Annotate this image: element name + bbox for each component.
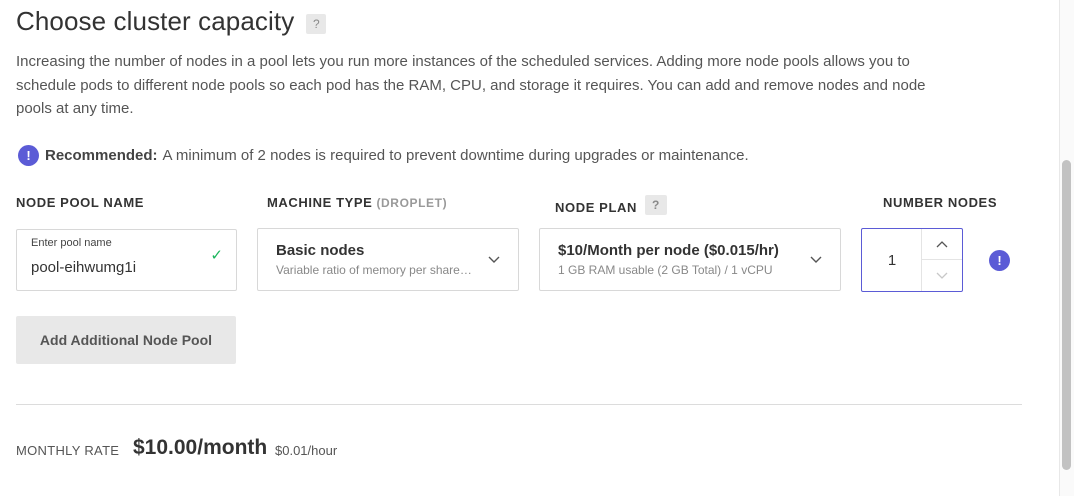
pool-name-field-label: Enter pool name bbox=[31, 237, 112, 249]
increment-button[interactable] bbox=[922, 229, 962, 260]
section-description: Increasing the number of nodes in a pool… bbox=[16, 53, 926, 117]
pool-name-input[interactable]: pool-eihwumg1i bbox=[31, 259, 136, 276]
machine-type-select[interactable]: Basic nodes Variable ratio of memory per… bbox=[257, 228, 519, 291]
node-plan-label-text: NODE PLAN bbox=[555, 199, 637, 215]
help-icon[interactable]: ? bbox=[306, 13, 327, 34]
chevron-down-icon bbox=[488, 256, 500, 263]
machine-type-value: Basic nodes bbox=[276, 242, 365, 259]
chevron-up-icon bbox=[936, 241, 948, 248]
check-icon: ✓ bbox=[210, 247, 223, 264]
node-count-stepper[interactable]: 1 bbox=[861, 228, 963, 292]
page-title: Choose cluster capacity bbox=[16, 6, 295, 36]
machine-type-label-text: MACHINE TYPE bbox=[267, 195, 373, 210]
monthly-rate-value: $10.00/month bbox=[133, 436, 268, 459]
node-plan-description: 1 GB RAM usable (2 GB Total) / 1 vCPU bbox=[558, 263, 773, 277]
machine-type-column-label: MACHINE TYPE (DROPLET) bbox=[267, 195, 447, 210]
stepper-buttons bbox=[921, 229, 962, 291]
pool-name-field[interactable]: Enter pool name pool-eihwumg1i ✓ bbox=[16, 229, 237, 291]
number-nodes-column-label: NUMBER NODES bbox=[883, 195, 998, 210]
node-count-input[interactable]: 1 bbox=[862, 229, 922, 291]
node-plan-help-icon[interactable]: ? bbox=[644, 195, 667, 215]
recommendation-notice: ! Recommended: A minimum of 2 nodes is r… bbox=[18, 145, 749, 166]
recommendation-text: A minimum of 2 nodes is required to prev… bbox=[162, 147, 749, 164]
chevron-down-icon bbox=[936, 272, 948, 279]
scrollbar-thumb[interactable] bbox=[1062, 160, 1071, 470]
hourly-rate-value: $0.01/hour bbox=[275, 443, 338, 458]
node-plan-select[interactable]: $10/Month per node ($0.015/hr) 1 GB RAM … bbox=[539, 228, 841, 291]
decrement-button[interactable] bbox=[922, 260, 962, 291]
node-plan-value: $10/Month per node ($0.015/hr) bbox=[558, 242, 779, 259]
section-header: Choose cluster capacity ? bbox=[16, 6, 327, 37]
pool-name-column-label: NODE POOL NAME bbox=[16, 195, 145, 210]
node-plan-column-label: NODE PLAN ? bbox=[555, 195, 667, 215]
divider bbox=[16, 404, 1022, 405]
warning-icon[interactable]: ! bbox=[989, 250, 1010, 271]
recommendation-label: Recommended: bbox=[45, 147, 158, 164]
machine-type-label-suffix: (DROPLET) bbox=[376, 196, 448, 210]
chevron-down-icon bbox=[810, 256, 822, 263]
machine-type-description: Variable ratio of memory per shared CPU bbox=[276, 263, 476, 277]
monthly-rate-label: MONTHLY RATE bbox=[16, 443, 120, 458]
add-node-pool-button[interactable]: Add Additional Node Pool bbox=[16, 316, 236, 364]
info-icon: ! bbox=[18, 145, 39, 166]
